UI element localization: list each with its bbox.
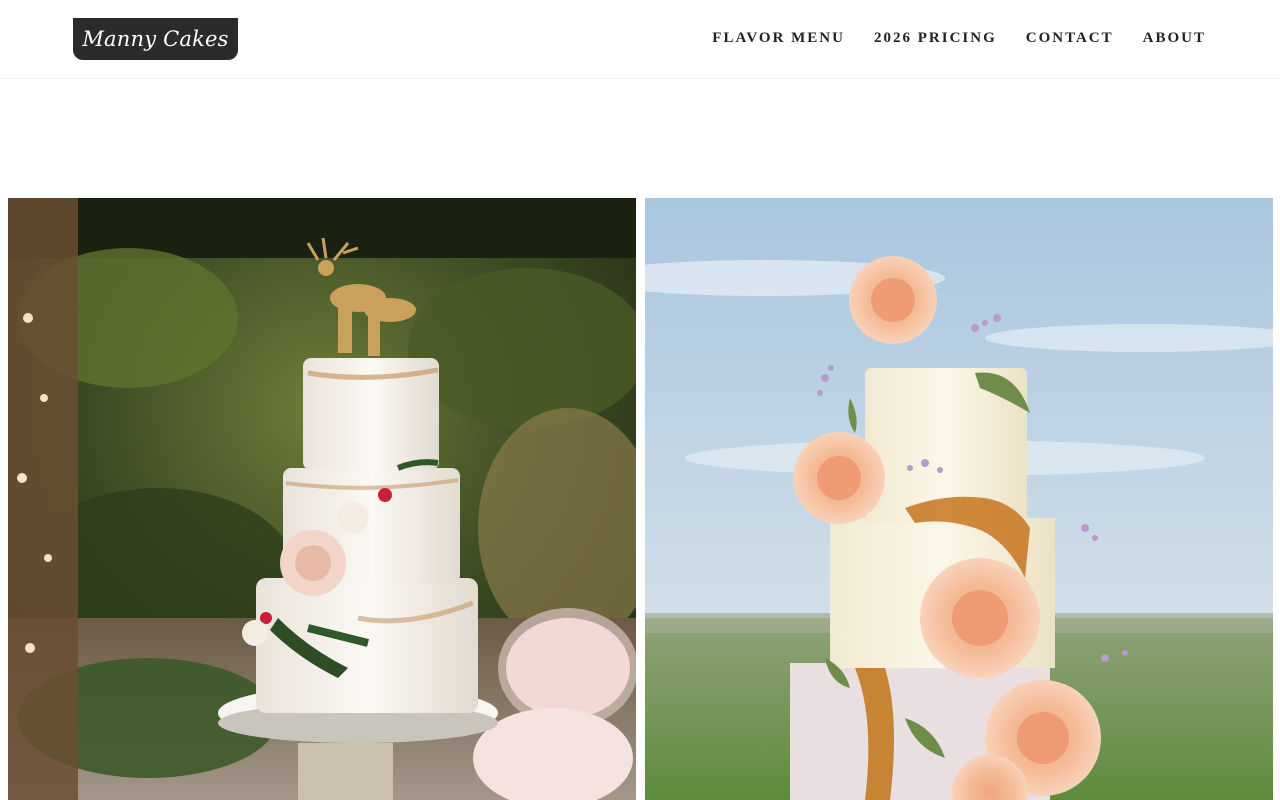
logo-text: Manny Cakes	[82, 27, 229, 51]
site-header: Manny Cakes FLAVOR MENU 2026 PRICING CON…	[0, 0, 1280, 79]
nav-flavor-menu[interactable]: FLAVOR MENU	[712, 28, 845, 48]
nav-about[interactable]: ABOUT	[1143, 28, 1206, 48]
site-logo[interactable]: Manny Cakes	[73, 18, 238, 60]
nav-contact[interactable]: CONTACT	[1026, 28, 1114, 48]
photo-gallery	[8, 198, 1273, 800]
rose-cake-image	[645, 198, 1273, 800]
deer-cake-image	[8, 198, 636, 800]
main-nav: FLAVOR MENU 2026 PRICING CONTACT ABOUT	[712, 28, 1206, 48]
nav-pricing[interactable]: 2026 PRICING	[874, 28, 997, 48]
gallery-photo-rose-cake[interactable]	[645, 198, 1273, 800]
gallery-photo-deer-cake[interactable]	[8, 198, 636, 800]
